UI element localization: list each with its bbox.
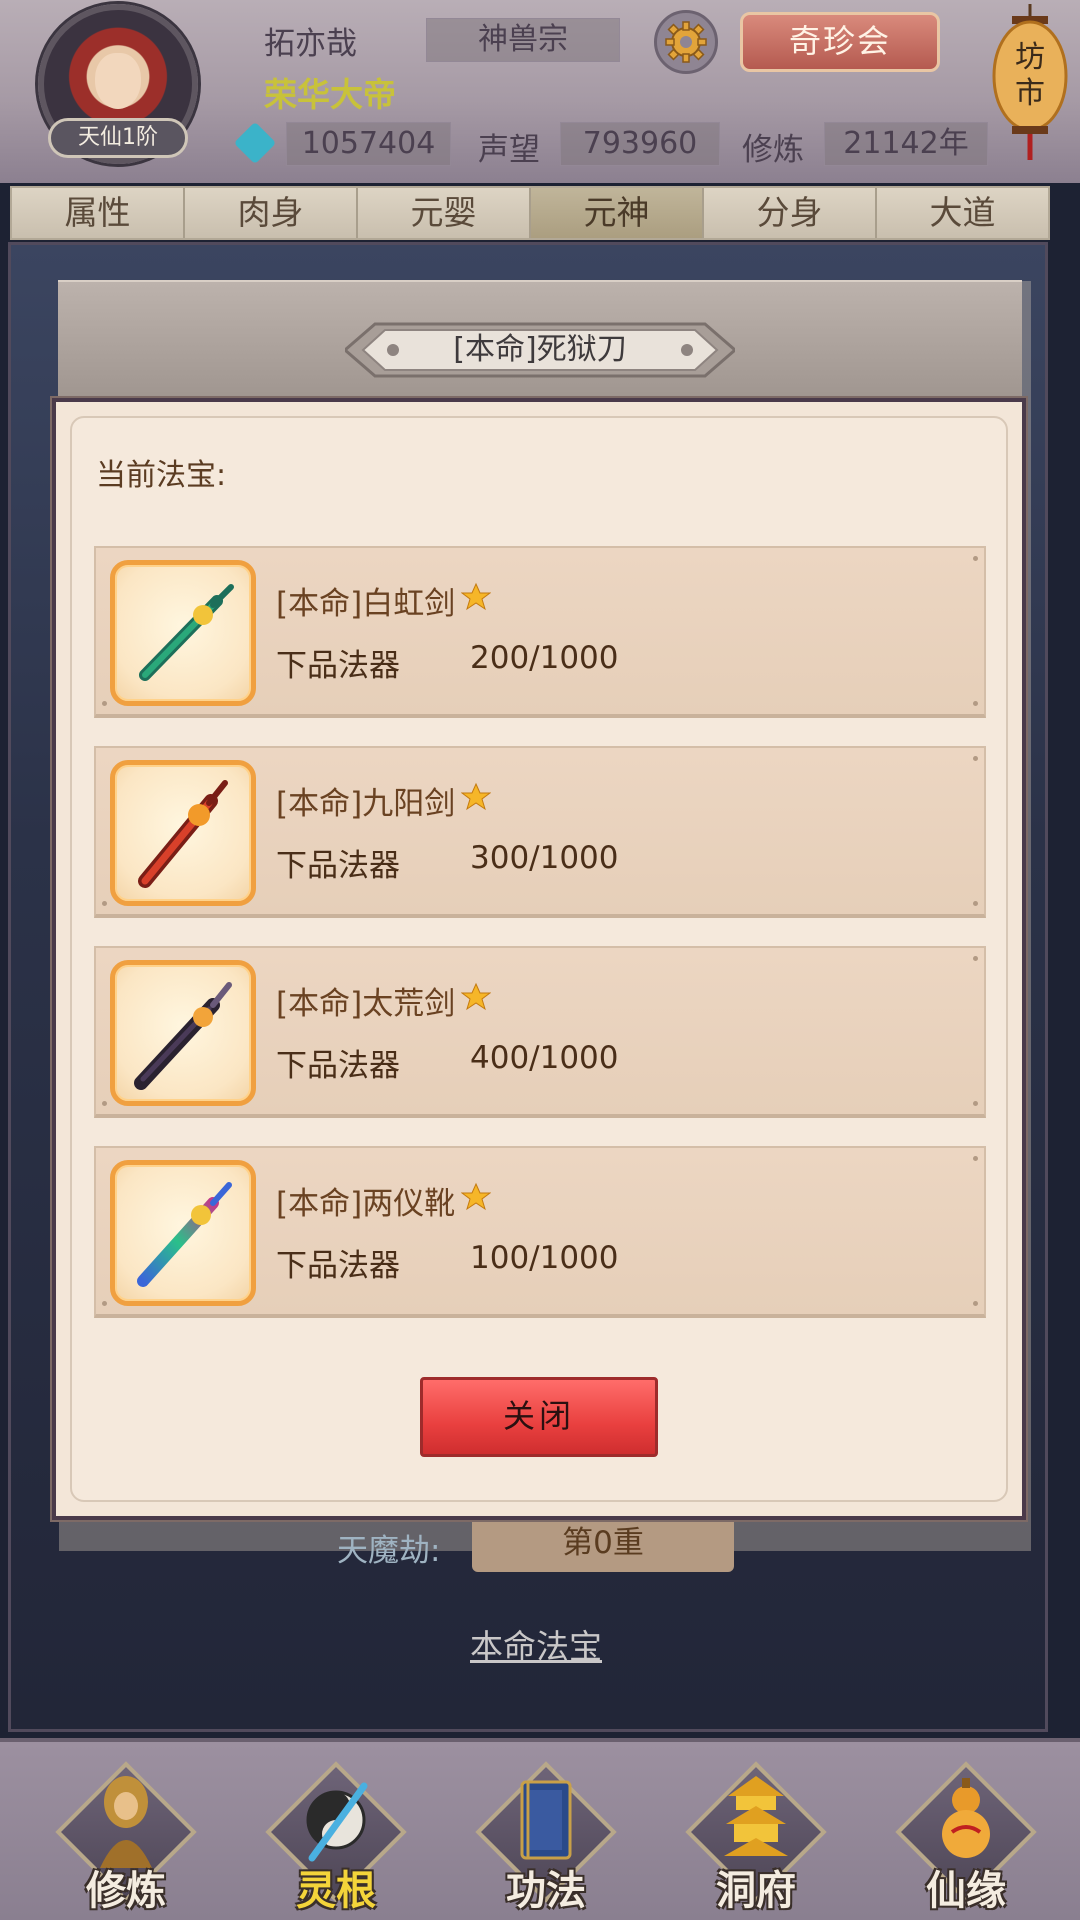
tab-avatar-clone[interactable]: 分身 <box>704 188 877 238</box>
corner-rivet <box>102 701 107 706</box>
book-icon <box>520 1780 572 1860</box>
rank-badge: 天仙1阶 <box>48 118 188 158</box>
star-icon <box>461 982 491 1011</box>
nav-label: 灵根 <box>296 1868 376 1914</box>
corner-rivet <box>973 1156 978 1161</box>
star-icon <box>461 782 491 811</box>
nav-fate[interactable]: 仙缘 <box>886 1761 1046 1918</box>
tab-bar: 属性 肉身 元婴 元神 分身 大道 <box>10 186 1050 240</box>
avatar-face <box>95 53 141 110</box>
close-button[interactable]: 关闭 <box>420 1377 658 1457</box>
corner-rivet <box>973 901 978 906</box>
market-label: 坊市 <box>1015 40 1045 111</box>
sword-yinyang-icon <box>306 1782 368 1862</box>
treasure-item[interactable]: [本命]白虹剑 下品法器 200/1000 <box>94 546 986 718</box>
sword-icon <box>139 584 234 681</box>
cultivation-value: 21142年 <box>824 122 988 166</box>
nav-label: 功法 <box>506 1868 586 1914</box>
treasure-name: [本命]两仪靴 <box>276 1186 456 1222</box>
spirit-stone-value: 1057404 <box>286 122 451 166</box>
tab-primordial-spirit[interactable]: 元神 <box>531 188 704 238</box>
pagoda-icon <box>724 1776 788 1856</box>
current-treasure-label: 当前法宝: <box>96 458 227 493</box>
treasure-auction-button[interactable]: 奇珍会 <box>740 12 940 72</box>
cultivation-label: 修炼 <box>742 132 804 168</box>
benming-treasure-link[interactable]: 本命法宝 <box>470 1620 602 1668</box>
corner-rivet <box>973 756 978 761</box>
player-title: 荣华大帝 <box>264 75 396 114</box>
player-name: 拓亦哉 <box>264 26 357 62</box>
gear-icon <box>665 21 707 63</box>
treasure-grade: 下品法器 <box>276 1048 400 1084</box>
tab-nascent-soul[interactable]: 元婴 <box>358 188 531 238</box>
treasure-progress: 300/1000 <box>470 840 619 876</box>
treasure-progress: 400/1000 <box>470 1040 619 1076</box>
settings-button[interactable] <box>654 10 718 74</box>
treasure-icon-frame <box>110 960 256 1106</box>
treasure-grade: 下品法器 <box>276 848 400 884</box>
corner-rivet <box>102 1301 107 1306</box>
gourd-icon <box>942 1778 990 1858</box>
star-icon <box>461 582 491 611</box>
modal-title: [本命]死狱刀 <box>453 332 627 367</box>
tianmojie-label: 天魔劫: <box>337 1533 441 1569</box>
tab-attributes[interactable]: 属性 <box>12 188 185 238</box>
treasure-name: [本命]太荒剑 <box>276 986 456 1022</box>
tab-great-dao[interactable]: 大道 <box>877 188 1048 238</box>
treasure-icon-frame <box>110 560 256 706</box>
treasure-grade: 下品法器 <box>276 1248 400 1284</box>
treasure-progress: 100/1000 <box>470 1240 619 1276</box>
market-lantern-button[interactable]: 坊市 <box>988 4 1072 164</box>
sect-name[interactable]: 神兽宗 <box>426 18 620 62</box>
star-icon <box>461 1182 491 1211</box>
corner-rivet <box>973 556 978 561</box>
corner-rivet <box>102 901 107 906</box>
nav-cultivate[interactable]: 修炼 <box>46 1761 206 1918</box>
treasure-item[interactable]: [本命]九阳剑 下品法器 300/1000 <box>94 746 986 918</box>
treasure-progress: 200/1000 <box>470 640 619 676</box>
prestige-label: 声望 <box>478 132 540 168</box>
tab-body[interactable]: 肉身 <box>185 188 358 238</box>
treasure-name: [本命]九阳剑 <box>276 786 456 822</box>
nav-techniques[interactable]: 功法 <box>466 1761 626 1918</box>
player-header: 天仙1阶 拓亦哉 荣华大帝 神兽宗 奇珍会 坊市 1057404 声望 7939… <box>0 0 1080 183</box>
corner-rivet <box>102 1101 107 1106</box>
treasure-icon-frame <box>110 1160 256 1306</box>
sword-icon <box>138 780 228 888</box>
corner-rivet <box>973 701 978 706</box>
nav-label: 修炼 <box>86 1868 166 1914</box>
monk-icon <box>100 1776 152 1868</box>
sword-icon <box>137 1182 232 1287</box>
treasure-item[interactable]: [本命]两仪靴 下品法器 100/1000 <box>94 1146 986 1318</box>
nav-spirit-root[interactable]: 灵根 <box>256 1761 416 1918</box>
corner-rivet <box>973 956 978 961</box>
nav-cave-abode[interactable]: 洞府 <box>676 1761 836 1918</box>
treasure-item[interactable]: [本命]太荒剑 下品法器 400/1000 <box>94 946 986 1118</box>
spirit-stone-icon <box>233 121 277 165</box>
treasure-grade: 下品法器 <box>276 648 400 684</box>
tianmojie-value: 第0重 <box>472 1516 734 1572</box>
nav-label: 洞府 <box>716 1868 796 1914</box>
treasure-name: [本命]白虹剑 <box>276 586 456 622</box>
nav-label: 仙缘 <box>926 1868 1006 1914</box>
bottom-nav: 修炼 灵根 功法 洞府 仙缘 <box>0 1738 1080 1920</box>
prestige-value: 793960 <box>560 122 720 166</box>
corner-rivet <box>973 1301 978 1306</box>
treasure-icon-frame <box>110 760 256 906</box>
corner-rivet <box>973 1101 978 1106</box>
sword-icon <box>134 982 232 1090</box>
